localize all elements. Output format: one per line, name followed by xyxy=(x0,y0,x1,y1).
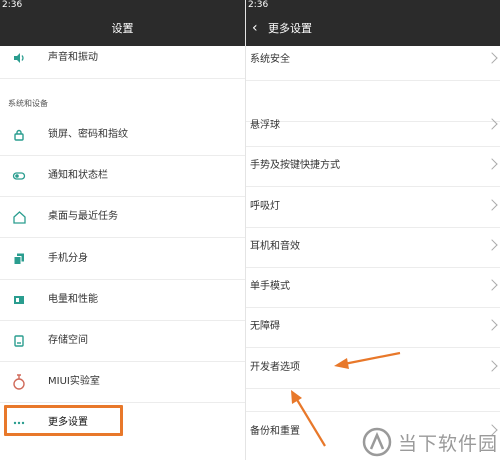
page-title: 设置 xyxy=(111,22,134,35)
more-item-label: 呼吸灯 xyxy=(250,201,280,212)
settings-item-label: 存储空间 xyxy=(48,335,88,346)
more-item-blank[interactable] xyxy=(246,389,500,412)
status-time: 2:36 xyxy=(2,0,23,10)
settings-item-label: MIUI实验室 xyxy=(48,376,100,387)
battery-icon xyxy=(10,290,28,310)
more-item-label: 系统安全 xyxy=(250,54,290,65)
chevron-right-icon xyxy=(486,52,498,64)
settings-item-label: 电量和性能 xyxy=(48,294,98,305)
watermark: 当下软件园 xyxy=(362,424,498,460)
settings-item-desktop[interactable]: 桌面与最近任务 xyxy=(0,197,245,238)
home-icon xyxy=(10,207,28,227)
chevron-right-icon xyxy=(486,239,498,251)
settings-item-storage[interactable]: 存储空间 xyxy=(0,321,245,362)
highlight-box xyxy=(4,405,123,436)
chevron-right-icon xyxy=(486,199,498,211)
more-item-label: 备份和重置 xyxy=(250,426,300,437)
more-item-label: 耳机和音效 xyxy=(250,241,300,252)
section-header: 系统和设备 xyxy=(8,99,48,108)
more-item-breathing-light[interactable]: 呼吸灯 xyxy=(246,187,500,228)
watermark-text: 当下软件园 xyxy=(397,432,498,455)
settings-item-label: 通知和状态栏 xyxy=(48,170,108,181)
more-item-gestures[interactable]: 手势及按键快捷方式 xyxy=(246,146,500,187)
status-time: 2:36 xyxy=(248,0,269,10)
settings-item-label: 锁屏、密码和指纹 xyxy=(48,129,128,140)
settings-item-lockscreen[interactable]: 锁屏、密码和指纹 xyxy=(0,115,245,156)
more-item-label: 悬浮球 xyxy=(250,120,280,131)
more-item-one-hand[interactable]: 单手模式 xyxy=(246,267,500,308)
more-item-system-security[interactable]: 系统安全 xyxy=(246,40,500,81)
clone-icon xyxy=(10,249,28,269)
settings-item-sound[interactable]: 声音和振动 xyxy=(0,38,245,79)
status-bar: 2:36 xyxy=(246,0,500,11)
settings-screen: 2:36 设置 声音和振动 系统和设备 锁屏、密码和指纹 通知和状态栏 桌面与最… xyxy=(0,0,245,460)
more-item-label: 手势及按键快捷方式 xyxy=(250,160,340,171)
more-item-headphones[interactable]: 耳机和音效 xyxy=(246,227,500,268)
flask-icon xyxy=(10,372,28,392)
storage-icon xyxy=(10,331,28,351)
chevron-right-icon xyxy=(486,319,498,331)
settings-item-dual-apps[interactable]: 手机分身 xyxy=(0,239,245,280)
more-item-label: 开发者选项 xyxy=(250,362,300,373)
speaker-icon xyxy=(10,48,28,68)
more-item-label: 无障碍 xyxy=(250,321,280,332)
settings-item-label: 声音和振动 xyxy=(48,52,98,63)
more-item-label: 单手模式 xyxy=(250,281,290,292)
more-item-accessibility[interactable]: 无障碍 xyxy=(246,307,500,348)
chevron-right-icon xyxy=(486,158,498,170)
chevron-right-icon xyxy=(486,279,498,291)
chevron-right-icon xyxy=(486,118,498,130)
settings-item-label: 手机分身 xyxy=(48,253,88,264)
toggle-icon xyxy=(10,166,28,186)
chevron-right-icon xyxy=(486,360,498,372)
settings-item-miui-lab[interactable]: MIUI实验室 xyxy=(0,362,245,403)
status-bar: 2:36 xyxy=(0,0,245,11)
settings-item-battery[interactable]: 电量和性能 xyxy=(0,280,245,321)
settings-item-label: 桌面与最近任务 xyxy=(48,211,118,222)
watermark-logo-icon xyxy=(362,427,392,457)
more-item-developer-options[interactable]: 开发者选项 xyxy=(246,348,500,389)
settings-item-notifications[interactable]: 通知和状态栏 xyxy=(0,156,245,197)
lock-icon xyxy=(10,125,28,145)
more-settings-screen: 2:36 ‹ 更多设置 系统安全 悬浮球 手势及按键快捷方式 呼吸灯 耳机和音效… xyxy=(246,0,500,460)
more-item-floating-ball[interactable]: 悬浮球 xyxy=(246,106,500,147)
